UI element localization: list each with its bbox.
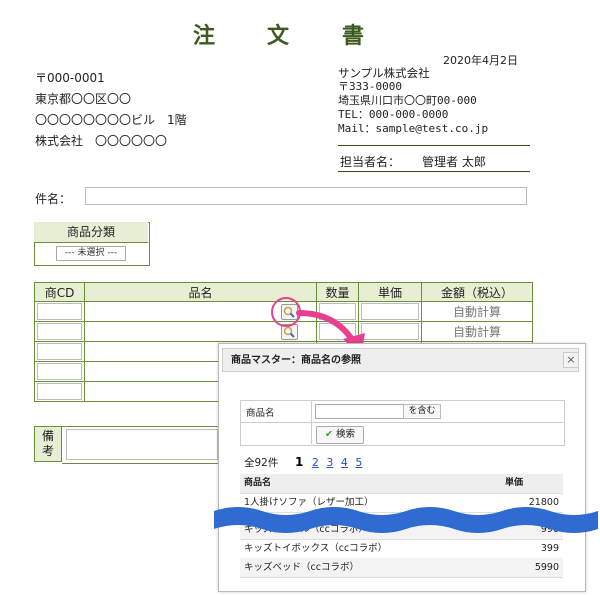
title-char-3: 書	[342, 24, 365, 49]
recipient-address1: 東京都〇〇区〇〇	[35, 92, 132, 106]
sender-address: 埼玉県川口市〇〇町00-000	[338, 94, 477, 107]
col-price: 単価	[505, 478, 524, 488]
code-input[interactable]	[37, 363, 82, 380]
rep-label: 担当者名：	[340, 155, 401, 169]
code-input[interactable]	[37, 303, 82, 320]
search-input[interactable]	[315, 404, 405, 419]
divider	[338, 145, 530, 146]
list-item[interactable]: キッズトイボックス（ccコラボ） 399	[240, 539, 563, 559]
col-quantity: 数量	[316, 282, 359, 302]
divider	[240, 422, 563, 423]
rep-name: 管理者 太郎	[422, 155, 486, 169]
recipient-address2: 〇〇〇〇〇〇〇〇ビル 1階	[35, 113, 187, 127]
contains-label: を含む	[403, 404, 441, 419]
field-label: 商品名	[246, 408, 275, 419]
page-link[interactable]: 3	[326, 456, 333, 469]
col-product-name: 商品名	[244, 478, 272, 488]
remarks-label: 備考	[34, 426, 62, 462]
page-current: 1	[295, 455, 304, 469]
code-input[interactable]	[37, 343, 82, 360]
page-link[interactable]: 2	[312, 456, 319, 469]
title-char-2: 文	[267, 24, 290, 49]
remarks-input[interactable]	[66, 429, 218, 460]
subject-input[interactable]	[85, 187, 527, 205]
subject-label: 件名：	[35, 192, 72, 206]
results-header: 商品名 単価	[240, 474, 563, 494]
divider	[338, 171, 530, 172]
sender-company: サンプル株式会社	[338, 66, 430, 80]
sender-tel: TEL：000-000-0000	[338, 108, 449, 121]
search-button[interactable]: ✔ 検索	[316, 426, 364, 444]
category-select[interactable]: --- 未選択 ---	[56, 246, 126, 261]
modal-title: 商品マスター：商品名の参照	[222, 348, 579, 372]
sender-postal: 〒333-0000	[338, 80, 402, 93]
amount-auto: 自動計算	[421, 301, 533, 322]
divider	[311, 400, 312, 444]
recipient-name: 株式会社 〇〇〇〇〇〇	[35, 134, 168, 148]
page-link[interactable]: 5	[355, 456, 362, 469]
code-input[interactable]	[37, 323, 82, 340]
close-button[interactable]: ×	[563, 352, 579, 368]
list-item[interactable]: キッズベッド（ccコラボ） 5990	[240, 558, 563, 578]
amount-auto: 自動計算	[421, 321, 533, 342]
page-link[interactable]: 4	[341, 456, 348, 469]
category-header: 商品分類	[34, 222, 148, 243]
code-input[interactable]	[37, 383, 82, 400]
sender-block: サンプル株式会社 〒333-0000 埼玉県川口市〇〇町00-000 TEL：0…	[338, 66, 488, 136]
col-code: 商CD	[34, 282, 85, 302]
title-char-1: 注	[193, 24, 216, 49]
result-count: 全92件	[244, 457, 279, 469]
col-unit-price: 単価	[358, 282, 422, 302]
check-icon: ✔	[324, 429, 333, 440]
pagination: 1 2 3 4 5	[295, 455, 366, 469]
col-amount: 金額（税込）	[421, 282, 533, 302]
wave-overlay	[214, 507, 598, 533]
recipient-postal: 〒000-0001	[35, 71, 105, 85]
sender-mail: Mail：sample@test.co.jp	[338, 122, 489, 135]
